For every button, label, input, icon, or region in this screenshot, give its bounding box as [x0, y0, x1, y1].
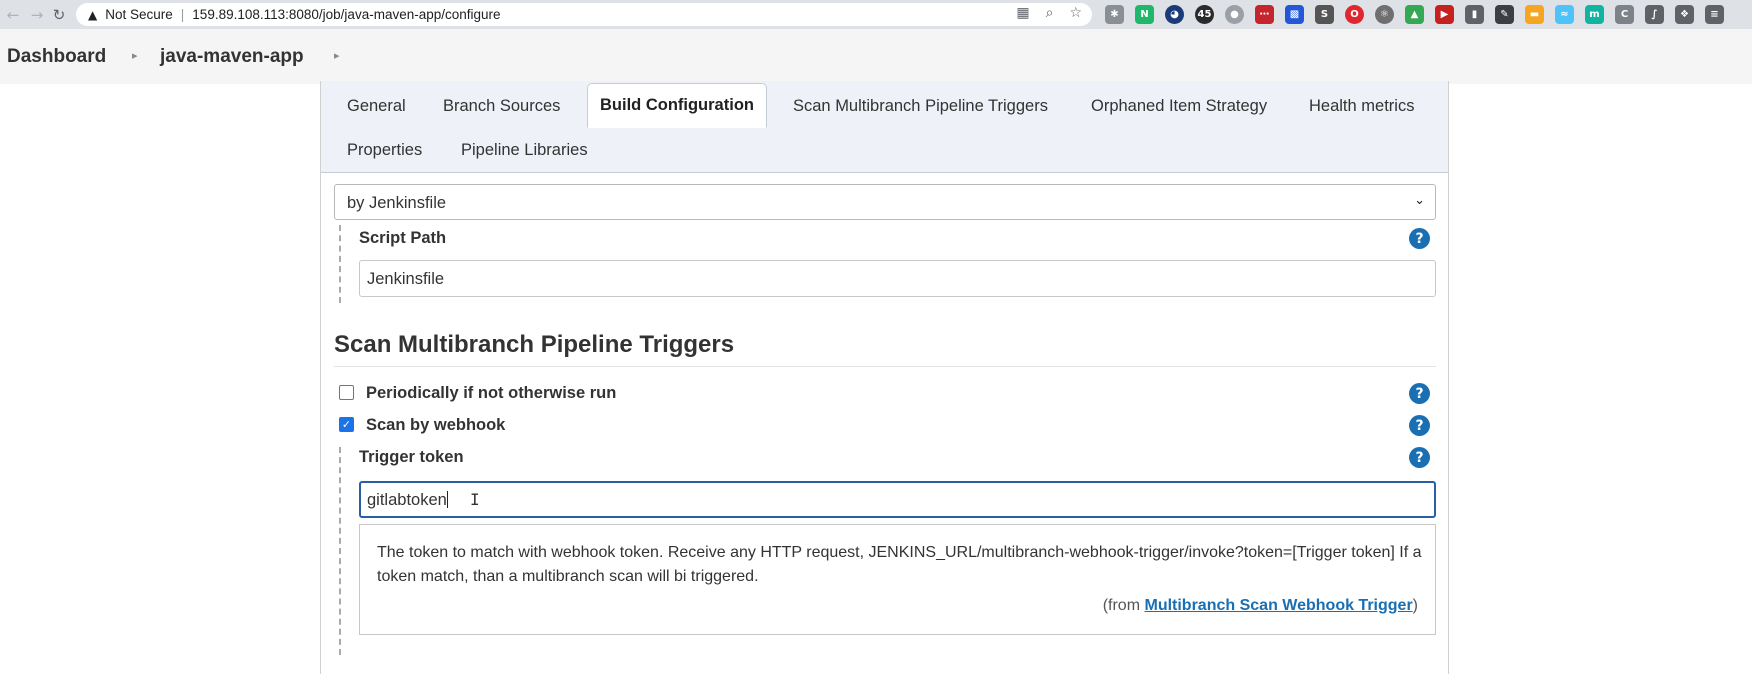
tab-orphaned-item-strategy[interactable]: Orphaned Item Strategy	[1091, 97, 1267, 116]
help-source-link[interactable]: Multibranch Scan Webhook Trigger	[1144, 597, 1412, 614]
extension-clock-icon[interactable]: ◕	[1165, 5, 1184, 24]
chevron-down-icon: ⌄	[1414, 193, 1425, 208]
nested-indent-rule	[339, 225, 341, 303]
help-source: (from Multibranch Scan Webhook Trigger)	[1103, 597, 1418, 615]
extension-opera-icon[interactable]: O	[1345, 5, 1364, 24]
back-icon[interactable]: ←	[2, 4, 24, 26]
help-panel: The token to match with webhook token. R…	[359, 524, 1436, 635]
help-icon[interactable]: ?	[1409, 415, 1430, 436]
extension-play-icon[interactable]: ▶	[1435, 5, 1454, 24]
scan-by-webhook-label[interactable]: Scan by webhook	[366, 416, 505, 435]
extension-drive-icon[interactable]: ▲	[1405, 5, 1424, 24]
text-caret	[446, 491, 448, 508]
url-text[interactable]: 159.89.108.113:8080/job/java-maven-app/c…	[192, 7, 500, 22]
breadcrumb-dashboard[interactable]: Dashboard	[7, 46, 106, 68]
trigger-token-label: Trigger token	[359, 448, 464, 466]
help-source-suffix: )	[1412, 597, 1418, 614]
extension-s-icon[interactable]: S	[1315, 5, 1334, 24]
security-label: Not Secure	[105, 7, 173, 22]
tab-scan-triggers[interactable]: Scan Multibranch Pipeline Triggers	[793, 97, 1048, 116]
scan-by-webhook-checkbox[interactable]: ✓	[339, 417, 354, 432]
extension-icon[interactable]: ✱	[1105, 5, 1124, 24]
breadcrumb-job[interactable]: java-maven-app	[160, 46, 304, 68]
extensions-area: ✱ N ◕ 45 ● ⋯ ▩ S O ⚛ ▲ ▶ ▮ ✎ ▬ ≈ m C ∫ ❖…	[1105, 5, 1724, 24]
tab-pipeline-libraries[interactable]: Pipeline Libraries	[461, 141, 588, 160]
install-app-icon[interactable]: ▦	[1016, 5, 1029, 21]
build-mode-value: by Jenkinsfile	[347, 194, 447, 212]
help-icon[interactable]: ?	[1409, 383, 1430, 404]
build-mode-select[interactable]: by Jenkinsfile ⌄	[334, 184, 1436, 220]
trigger-token-input[interactable]: gitlabtoken	[359, 481, 1436, 518]
extension-apple-icon[interactable]: ●	[1225, 5, 1244, 24]
tab-health-metrics[interactable]: Health metrics	[1309, 97, 1414, 116]
extension-bookmark-icon[interactable]: ▮	[1465, 5, 1484, 24]
reading-list-icon[interactable]: ≡	[1705, 5, 1724, 24]
extension-45-icon[interactable]: 45	[1195, 5, 1214, 24]
bookmark-star-icon[interactable]: ☆	[1069, 5, 1082, 21]
extension-red-icon[interactable]: ⋯	[1255, 5, 1274, 24]
periodically-label[interactable]: Periodically if not otherwise run	[366, 384, 616, 403]
text-cursor-icon: I	[470, 490, 480, 509]
extension-react-icon[interactable]: ⚛	[1375, 5, 1394, 24]
nested-indent-rule	[339, 447, 341, 655]
extension-m-icon[interactable]: m	[1585, 5, 1604, 24]
extension-c-icon[interactable]: C	[1615, 5, 1634, 24]
tab-general[interactable]: General	[347, 97, 406, 116]
extension-wave-icon[interactable]: ≈	[1555, 5, 1574, 24]
extension-n-icon[interactable]: N	[1135, 5, 1154, 24]
reload-icon[interactable]: ↻	[48, 4, 70, 26]
script-path-input[interactable]: Jenkinsfile	[359, 260, 1436, 297]
breadcrumb-chevron-icon[interactable]: ▸	[132, 49, 138, 62]
extensions-puzzle-icon[interactable]: ❖	[1675, 5, 1694, 24]
extension-eyedropper-icon[interactable]: ✎	[1495, 5, 1514, 24]
section-divider	[334, 366, 1436, 367]
zoom-icon[interactable]: ⌕	[1046, 5, 1054, 21]
extension-blue-icon[interactable]: ▩	[1285, 5, 1304, 24]
help-icon[interactable]: ?	[1409, 447, 1430, 468]
address-bar[interactable]: ▲ Not Secure | 159.89.108.113:8080/job/j…	[76, 3, 1092, 26]
help-icon[interactable]: ?	[1409, 228, 1430, 249]
tab-properties[interactable]: Properties	[347, 141, 422, 160]
warning-icon: ▲	[88, 7, 98, 22]
tab-build-configuration[interactable]: Build Configuration	[587, 83, 767, 128]
config-panel: General Branch Sources Build Configurati…	[320, 81, 1449, 674]
omnibox-divider: |	[180, 7, 185, 22]
extension-orange-icon[interactable]: ▬	[1525, 5, 1544, 24]
help-description: The token to match with webhook token. R…	[377, 544, 1422, 585]
help-source-prefix: (from	[1102, 597, 1145, 614]
browser-toolbar: ← → ↻ ▲ Not Secure | 159.89.108.113:8080…	[0, 0, 1752, 29]
trigger-token-value: gitlabtoken	[367, 491, 447, 509]
breadcrumb: Dashboard ▸ java-maven-app ▸	[0, 29, 1752, 84]
script-path-label: Script Path	[359, 229, 447, 247]
periodically-checkbox[interactable]	[339, 385, 354, 400]
extension-fx-icon[interactable]: ∫	[1645, 5, 1664, 24]
forward-icon[interactable]: →	[26, 4, 48, 26]
config-tabbar: General Branch Sources Build Configurati…	[321, 81, 1448, 173]
scan-triggers-heading: Scan Multibranch Pipeline Triggers	[334, 331, 735, 358]
tab-branch-sources[interactable]: Branch Sources	[443, 97, 560, 116]
breadcrumb-chevron-icon[interactable]: ▸	[334, 49, 340, 62]
